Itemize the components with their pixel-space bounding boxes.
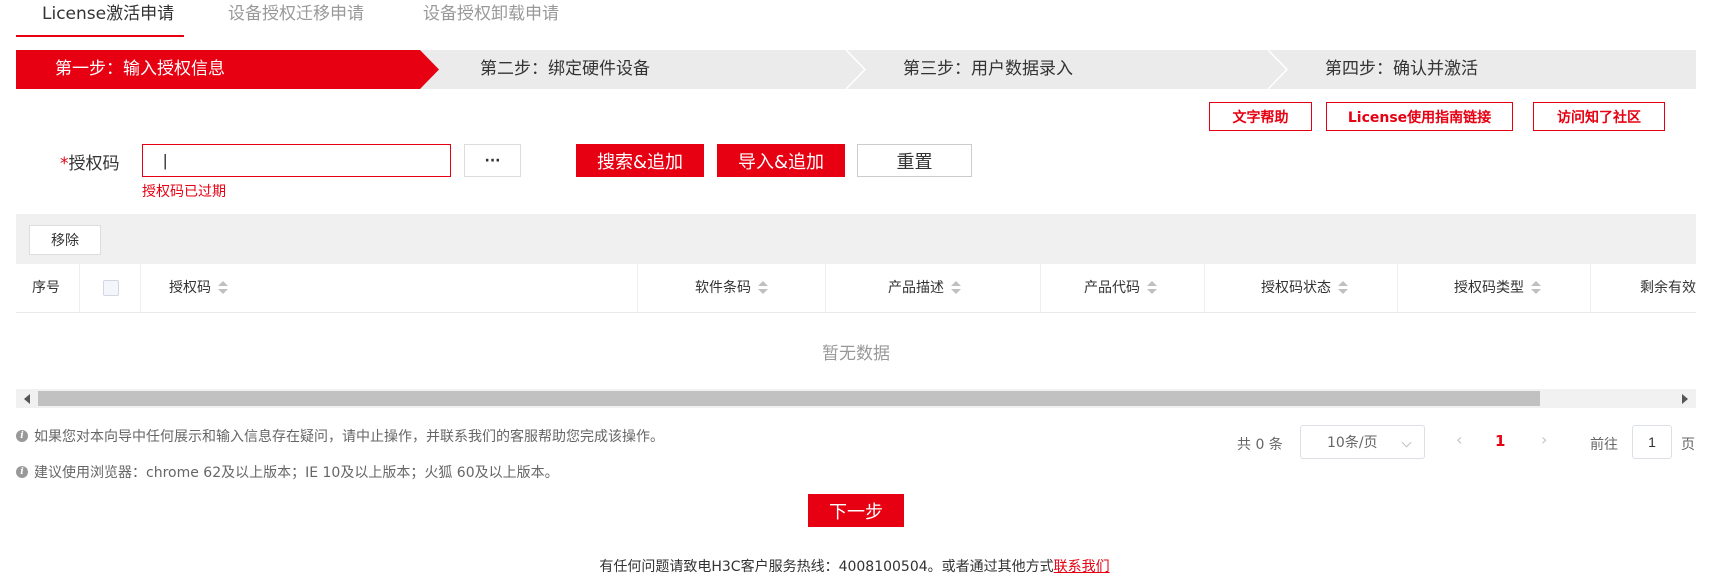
info-icon: i (16, 466, 28, 478)
step-1-input-auth: 第一步：输入授权信息 (55, 59, 225, 79)
tab-device-migration[interactable]: 设备授权迁移申请 (228, 0, 364, 36)
step-3-user-data: 第三步：用户数据录入 (903, 59, 1073, 79)
step-progress-bar: 第一步：输入授权信息 第二步：绑定硬件设备 第三步：用户数据录入 第四步：确认并… (16, 50, 1696, 89)
search-add-button[interactable]: 搜索&追加 (576, 144, 704, 177)
import-add-button[interactable]: 导入&追加 (717, 144, 845, 177)
sort-icon[interactable] (757, 281, 769, 295)
active-tab-indicator (16, 35, 184, 37)
column-auth-type[interactable]: 授权码类型 (1398, 264, 1591, 313)
scroll-right-icon[interactable] (1682, 394, 1688, 404)
prev-page-icon[interactable]: ‹ (1456, 430, 1462, 449)
footer: 有任何问题请致电H3C客户服务热线：4008100504。或者通过其他方式联系我… (0, 556, 1709, 574)
column-auth-type-label: 授权码类型 (1454, 280, 1524, 296)
auth-code-label: *授权码 (60, 149, 120, 174)
contact-us-link[interactable]: 联系我们 (1054, 559, 1110, 574)
license-guide-link-button[interactable]: License使用指南链接 (1326, 102, 1513, 131)
column-auth-status-label: 授权码状态 (1261, 280, 1331, 296)
auth-code-input[interactable] (142, 144, 451, 177)
tab-license-activation[interactable]: License激活申请 (42, 0, 174, 36)
text-help-button[interactable]: 文字帮助 (1209, 102, 1312, 131)
page-suffix: 页 (1681, 437, 1695, 453)
required-mark: * (60, 154, 69, 174)
table-header: 序号 授权码 软件条码 产品描述 产品代码 授权码状态 授权码类型 剩余有效 (16, 264, 1696, 313)
goto-page-input[interactable] (1632, 425, 1672, 459)
column-auth-code-label: 授权码 (169, 280, 211, 296)
current-page-number[interactable]: 1 (1495, 432, 1505, 450)
note-support: i 如果您对本向导中任何展示和输入信息存在疑问，请中止操作，并联系我们的客服帮助您… (16, 426, 664, 446)
column-select (80, 264, 141, 313)
info-icon: i (16, 430, 28, 442)
select-all-checkbox[interactable] (103, 280, 119, 296)
column-remaining-validity-label: 剩余有效 (1640, 280, 1696, 296)
column-auth-status[interactable]: 授权码状态 (1205, 264, 1398, 313)
more-options-button[interactable]: ··· (464, 144, 521, 177)
note-support-text: 如果您对本向导中任何展示和输入信息存在疑问，请中止操作，并联系我们的客服帮助您完… (34, 429, 664, 445)
goto-label: 前往 (1590, 437, 1618, 453)
column-auth-code[interactable]: 授权码 (141, 264, 638, 313)
pagination-total: 共 0 条 (1237, 437, 1283, 453)
column-product-code[interactable]: 产品代码 (1041, 264, 1205, 313)
footer-text: 有任何问题请致电H3C客户服务热线：4008100504。或者通过其他方式 (599, 559, 1054, 574)
page-size-select[interactable]: 10条/页 (1300, 425, 1425, 459)
auth-code-error: 授权码已过期 (142, 184, 226, 200)
chevron-down-icon (1401, 437, 1412, 448)
scroll-left-icon[interactable] (24, 394, 30, 404)
scrollbar-thumb[interactable] (38, 391, 1540, 406)
column-software-barcode-label: 软件条码 (695, 280, 751, 296)
step-4-confirm-activate: 第四步：确认并激活 (1325, 59, 1478, 79)
empty-text: 暂无数据 (822, 343, 890, 364)
page-size-value: 10条/页 (1327, 435, 1378, 451)
remove-button[interactable]: 移除 (29, 225, 101, 255)
column-remaining-validity[interactable]: 剩余有效 (1591, 264, 1696, 313)
next-page-icon[interactable]: › (1541, 430, 1547, 449)
column-index-label: 序号 (32, 280, 60, 296)
sort-icon[interactable] (950, 281, 962, 295)
community-link-button[interactable]: 访问知了社区 (1533, 102, 1665, 131)
column-product-description-label: 产品描述 (888, 280, 944, 296)
step-2-bind-hardware: 第二步：绑定硬件设备 (480, 59, 650, 79)
sort-icon[interactable] (1146, 281, 1158, 295)
table-horizontal-scrollbar[interactable] (16, 389, 1696, 408)
column-software-barcode[interactable]: 软件条码 (638, 264, 826, 313)
sort-icon[interactable] (1530, 281, 1542, 295)
table-empty-state: 暂无数据 (16, 313, 1696, 389)
column-product-description[interactable]: 产品描述 (826, 264, 1041, 313)
column-index: 序号 (16, 264, 80, 313)
sort-icon[interactable] (217, 281, 229, 295)
sort-icon[interactable] (1337, 281, 1349, 295)
next-step-button[interactable]: 下一步 (808, 494, 904, 527)
tab-device-uninstall[interactable]: 设备授权卸载申请 (423, 0, 559, 36)
column-product-code-label: 产品代码 (1084, 280, 1140, 296)
note-browser-text: 建议使用浏览器：chrome 62及以上版本；IE 10及以上版本；火狐 60及… (34, 465, 559, 481)
reset-button[interactable]: 重置 (857, 144, 972, 177)
auth-code-label-text: 授权码 (68, 154, 120, 174)
note-browser: i 建议使用浏览器：chrome 62及以上版本；IE 10及以上版本；火狐 60… (16, 462, 559, 482)
table-toolbar: 移除 (16, 214, 1696, 264)
